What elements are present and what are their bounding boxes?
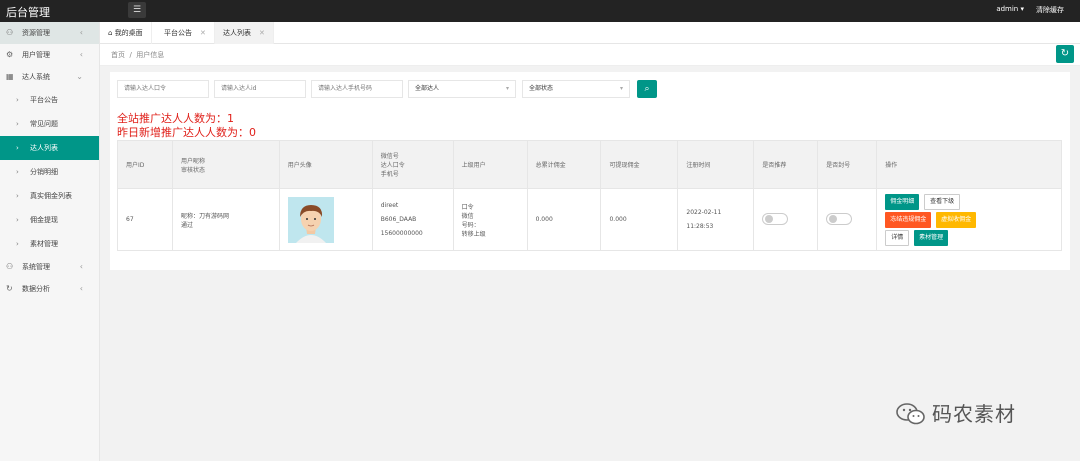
user-menu[interactable]: admin ▾ — [996, 5, 1024, 13]
breadcrumb-current: 用户信息 — [136, 51, 165, 59]
col-header: 操作 — [876, 140, 1062, 189]
sidebar-subitem-commission-list[interactable]: › 真实佣金列表 — [0, 184, 99, 208]
material-manage-button[interactable]: 素材管理 — [914, 229, 949, 246]
close-icon[interactable]: ✕ — [200, 29, 206, 37]
chevron-left-icon: ‹ — [79, 28, 83, 37]
col-header: 用户头像 — [278, 140, 373, 189]
sidebar-subitem-talent-list[interactable]: › 达人列表 — [0, 136, 99, 160]
detail-button[interactable]: 详情 — [885, 229, 910, 246]
sidebar-subitem-faq[interactable]: › 常见问题 — [0, 112, 99, 136]
caret-down-icon: ▾ — [619, 85, 623, 92]
sidebar-item-users[interactable]: ⚙ 用户管理 ‹ — [0, 44, 99, 66]
tab-talent-list[interactable]: 达人列表 ✕ — [215, 22, 274, 44]
sidebar-subitem-materials[interactable]: › 素材管理 — [0, 232, 99, 256]
caret-down-icon: ▾ — [505, 85, 509, 92]
chevron-left-icon: ‹ — [79, 262, 83, 271]
hamburger-icon: ☰ — [132, 5, 142, 15]
cell-user-id: 67 — [117, 188, 173, 251]
chevron-right-icon: › — [16, 192, 19, 200]
cell-total-commission: 0.000 — [526, 188, 602, 251]
virtual-commission-button[interactable]: 虚拟收佣金 — [936, 211, 977, 228]
tab-bar: ⌂ 我的桌面 平台公告 ✕ 达人列表 ✕ — [100, 22, 1080, 44]
ban-toggle[interactable] — [826, 212, 853, 225]
cell-reg-time: 2022-02-11 11:28:53 — [677, 188, 755, 251]
new-talent-count: 昨日新增推广达人人数为：0 — [117, 126, 256, 139]
chevron-right-icon: › — [16, 168, 19, 176]
chevron-left-icon: ‹ — [79, 284, 83, 293]
close-icon[interactable]: ✕ — [259, 29, 265, 37]
user-icon: ⚇ — [6, 28, 14, 37]
chevron-right-icon: › — [16, 96, 19, 104]
breadcrumb-home[interactable]: 首页 — [111, 51, 125, 59]
sidebar-subitem-distribution[interactable]: › 分销明细 — [0, 160, 99, 184]
code-search-input[interactable]: 请输入达人口令 — [117, 80, 209, 98]
main-panel: 请输入达人口令 请输入达人id 请输入达人手机号码 全部达人 ▾ 全部状态 ▾ ⌕ … — [110, 72, 1070, 270]
table-row: 67 昵称：刀有游码网 通过 direet B606_DAAB 15600000000 — [117, 188, 1062, 251]
col-header: 注册时间 — [677, 140, 755, 189]
commission-detail-button[interactable]: 佣金明细 — [885, 193, 920, 210]
wechat-icon — [896, 403, 925, 425]
user-icon: ⚇ — [6, 262, 14, 271]
cell-nickname: 昵称：刀有游码网 通过 — [171, 188, 280, 251]
sidebar-item-analytics[interactable]: ↻ 数据分析 ‹ — [0, 278, 99, 300]
cell-superior: 口令 微信 号码： 转移上级 — [452, 188, 528, 251]
cell-withdrawable: 0.000 — [600, 188, 679, 251]
col-header: 用户昵称 审核状态 — [171, 140, 280, 189]
caret-down-icon: ▾ — [1020, 5, 1024, 13]
breadcrumb: 首页 / 用户信息 — [111, 51, 165, 59]
menu-toggle-button[interactable]: ☰ — [128, 2, 146, 18]
col-header: 总累计佣金 — [526, 140, 602, 189]
sidebar: ⚇ 资源管理 ‹ ⚙ 用户管理 ‹ ▦ 达人系统 ⌄ › 平台公告 › 常见问题 ›… — [0, 22, 100, 461]
sidebar-item-talent-system[interactable]: ▦ 达人系统 ⌄ — [0, 66, 99, 88]
sidebar-subitem-announcements[interactable]: › 平台公告 — [0, 88, 99, 112]
app-title: 后台管理 — [6, 6, 50, 19]
grid-icon: ▦ — [6, 72, 14, 81]
gear-icon: ⚙ — [6, 50, 14, 59]
chevron-right-icon: › — [16, 144, 19, 152]
col-header: 上级用户 — [452, 140, 528, 189]
sidebar-item-system[interactable]: ⚇ 系统管理 ‹ — [0, 256, 99, 278]
chevron-down-icon: ⌄ — [76, 72, 83, 81]
cell-recommend — [753, 188, 819, 251]
change-superior-link[interactable]: 转移上级 — [462, 231, 486, 238]
sidebar-subitem-withdrawal[interactable]: › 佣金提现 — [0, 208, 99, 232]
cell-contact: direet B606_DAAB 15600000000 — [371, 188, 454, 251]
search-icon: ⌕ — [644, 84, 650, 94]
id-search-input[interactable]: 请输入达人id — [214, 80, 306, 98]
chevron-right-icon: › — [16, 216, 19, 224]
home-icon: ⌂ — [108, 29, 113, 37]
tab-announcements[interactable]: 平台公告 ✕ — [156, 22, 215, 44]
refresh-icon: ↻ — [1060, 48, 1070, 59]
col-header: 是否封号 — [817, 140, 878, 189]
chevron-left-icon: ‹ — [79, 50, 83, 59]
chevron-right-icon: › — [16, 120, 19, 128]
col-header: 微信号 达人口令 手机号 — [371, 140, 454, 189]
status-select[interactable]: 全部状态 ▾ — [522, 80, 630, 98]
refresh-icon: ↻ — [6, 284, 13, 293]
tab-desktop[interactable]: ⌂ 我的桌面 — [100, 22, 152, 44]
refresh-button[interactable]: ↻ — [1056, 45, 1074, 63]
col-header: 可提现佣金 — [600, 140, 679, 189]
breadcrumb-bar: 首页 / 用户信息 ↻ — [100, 44, 1080, 66]
sidebar-item-resources[interactable]: ⚇ 资源管理 ‹ — [0, 22, 99, 44]
talent-type-select[interactable]: 全部达人 ▾ — [408, 80, 516, 98]
clear-cache-button[interactable]: 清除缓存 — [1036, 5, 1064, 15]
view-subordinates-button[interactable]: 查看下级 — [924, 193, 961, 210]
chevron-right-icon: › — [16, 240, 19, 248]
table-header-row: 用户ID 用户昵称 审核状态 用户头像 微信号 达人口令 手机号 上级用户 总累计佣金… — [117, 140, 1062, 189]
recommend-toggle[interactable] — [762, 212, 789, 225]
cell-actions: 佣金明细 查看下级 冻结违规佣金 虚拟收佣金 详情 素材管理 — [876, 188, 1062, 251]
cell-avatar — [278, 188, 373, 251]
top-bar: 后台管理 ☰ admin ▾ 清除缓存 — [0, 0, 1080, 22]
col-header: 是否推荐 — [753, 140, 819, 189]
freeze-commission-button[interactable]: 冻结违规佣金 — [885, 211, 932, 228]
phone-search-input[interactable]: 请输入达人手机号码 — [311, 80, 403, 98]
watermark-text: 码农素材 — [932, 402, 1016, 426]
col-header: 用户ID — [117, 140, 173, 189]
avatar — [287, 196, 334, 243]
search-button[interactable]: ⌕ — [637, 80, 657, 98]
talent-table: 用户ID 用户昵称 审核状态 用户头像 微信号 达人口令 手机号 上级用户 总累计佣金… — [117, 140, 1062, 251]
cell-banned — [817, 188, 878, 251]
